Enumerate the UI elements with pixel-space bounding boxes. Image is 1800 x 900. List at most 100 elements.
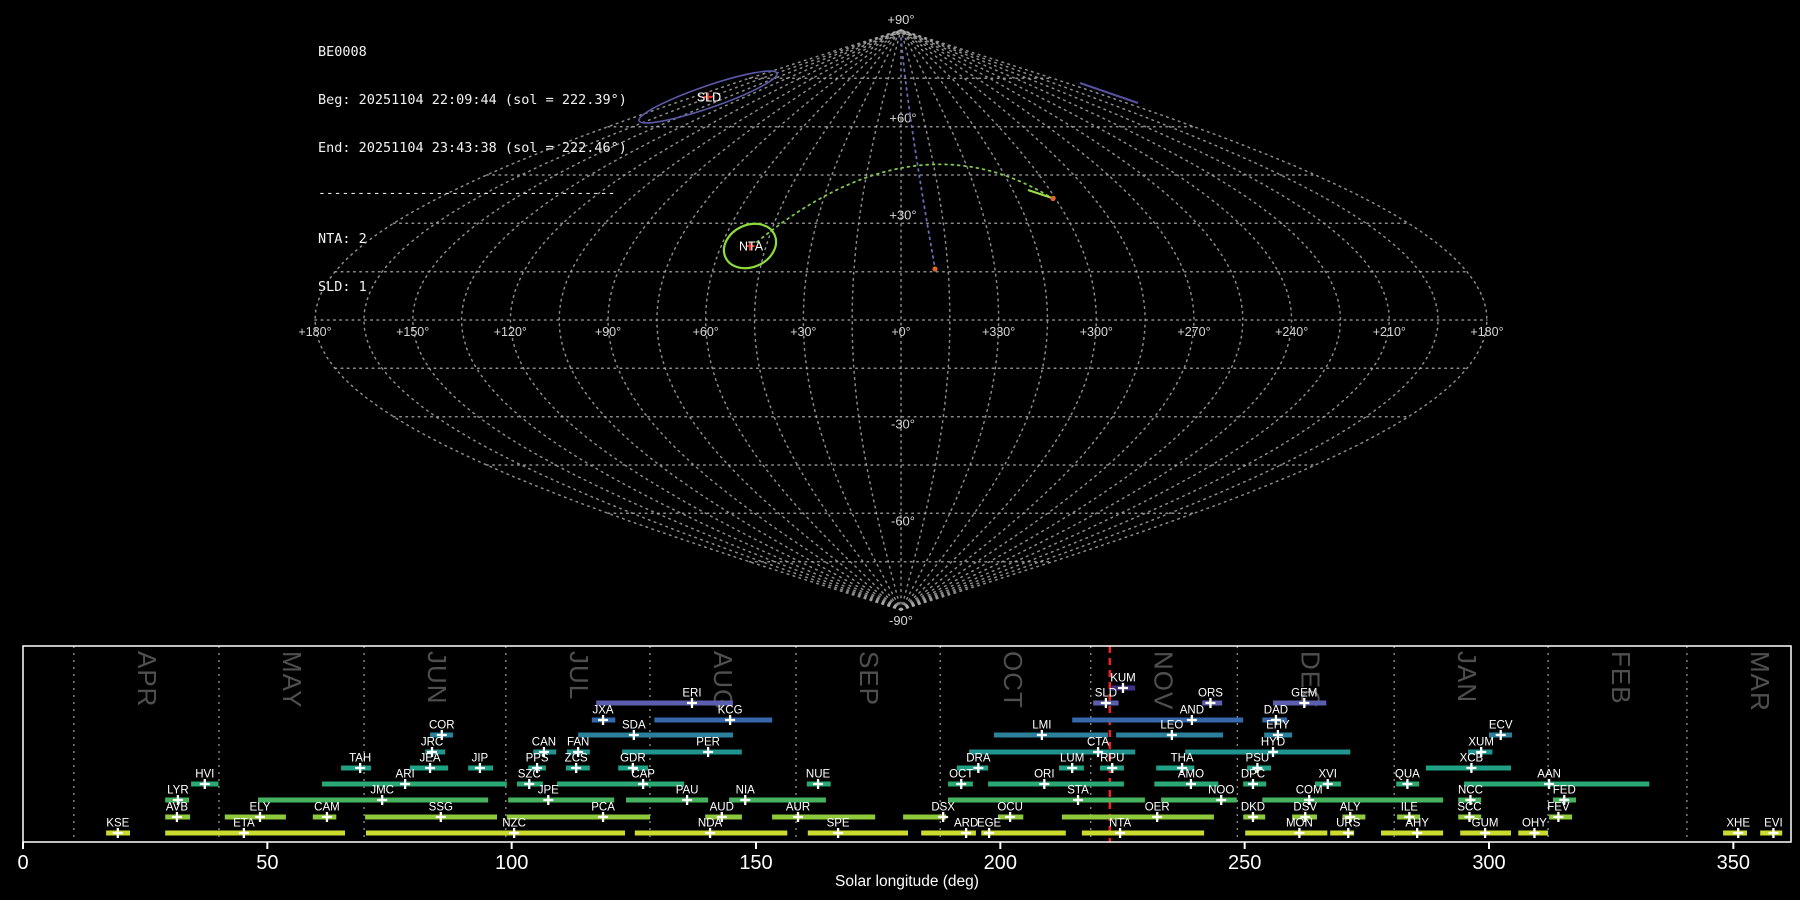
shower-label-eta: ETA [233, 818, 255, 830]
shower-label-ors: ORS [1198, 688, 1223, 700]
peak-marker-aur [793, 812, 804, 822]
shower-label-nta: NTA [1109, 818, 1131, 830]
peak-marker-leo [1166, 730, 1177, 740]
observation-header: BE0008 Beg: 20251104 22:09:44 (sol = 222… [318, 12, 627, 327]
peak-marker-ori [1039, 779, 1050, 789]
x-tick-label-300: 300 [1472, 852, 1505, 874]
shower-label-ari: ARI [396, 769, 415, 781]
shower-label-dsx: DSX [931, 802, 955, 814]
shower-bar-kcg [654, 717, 773, 723]
shower-label-nzc: NZC [502, 818, 526, 830]
month-label-dec: DEC [1295, 651, 1325, 709]
shower-bar-nta [1081, 830, 1205, 836]
end-time-line: End: 20251104 23:43:38 (sol = 222.46°) [318, 140, 627, 156]
shower-bar-pca [506, 814, 650, 820]
radiant-label-sld: SLD [697, 91, 721, 105]
shower-bar-and [1072, 717, 1244, 723]
shower-bar-sta [948, 797, 1145, 803]
shower-label-cta: CTA [1087, 737, 1109, 749]
peak-marker-hvi [199, 779, 210, 789]
peak-marker-fev [1553, 812, 1564, 822]
shower-label-jmc: JMC [370, 785, 394, 797]
peak-marker-dpc [1247, 779, 1258, 789]
shower-label-xcb: XCB [1460, 753, 1484, 765]
radiant-label-nta: NTA [739, 240, 764, 254]
shower-label-sta: STA [1067, 785, 1089, 797]
shower-label-aan: AAN [1537, 769, 1561, 781]
shower-label-nue: NUE [806, 769, 831, 781]
shower-label-scc: SCC [1457, 802, 1481, 814]
shower-bar-ari [322, 781, 507, 787]
shower-label-pps: PPS [526, 753, 549, 765]
peak-marker-ecv [1495, 730, 1506, 740]
shower-label-dra: DRA [966, 753, 991, 765]
longitude-label: +150° [396, 325, 429, 339]
month-label-mar: MAR [1745, 651, 1775, 712]
peak-marker-dkd [1247, 812, 1258, 822]
shower-label-jpe: JPE [538, 785, 559, 797]
month-label-oct: OCT [998, 651, 1028, 709]
shower-label-xum: XUM [1468, 737, 1494, 749]
x-tick-label-250: 250 [1228, 852, 1261, 874]
shower-label-mon: MON [1286, 818, 1313, 830]
peak-marker-xhe [1733, 828, 1744, 838]
longitude-label: +90° [595, 325, 621, 339]
peak-marker-lum [1067, 763, 1078, 773]
shower-bar-cap [557, 781, 685, 787]
peak-marker-ege [984, 828, 995, 838]
longitude-label: +60° [693, 325, 719, 339]
peak-marker-kcg [725, 715, 736, 725]
peak-marker-oer [1152, 812, 1163, 822]
shower-label-lyr: LYR [167, 785, 189, 797]
peak-marker-oct [956, 779, 967, 789]
peak-marker-dra [973, 763, 984, 773]
month-label-jan: JAN [1452, 651, 1482, 703]
shower-label-hyd: HYD [1261, 737, 1285, 749]
shower-bar-mon [1245, 830, 1328, 836]
apex-dotted-line [900, 37, 936, 269]
shower-label-zcs: ZCS [565, 753, 588, 765]
shower-label-ecv: ECV [1489, 720, 1513, 732]
shower-label-aly: ALY [1340, 802, 1361, 814]
shower-bar-pau [626, 797, 709, 803]
peak-marker-per [703, 747, 714, 757]
sld-count: SLD: 1 [318, 279, 367, 295]
shower-label-leo: LEO [1160, 720, 1183, 732]
shower-label-ile: ILE [1401, 802, 1419, 814]
shower-label-cap: CAP [631, 769, 655, 781]
shower-label-jxa: JXA [593, 705, 614, 717]
peak-marker-ssg [435, 812, 446, 822]
shower-label-aud: AUD [710, 802, 734, 814]
meteor-observation-screen: +90° -90° +60° +30° -30° -60° +180° +150° +120° +… [0, 0, 1800, 900]
peak-marker-jxa [598, 715, 609, 725]
peak-marker-cap [638, 779, 649, 789]
drift-arc-end-dot [1050, 195, 1056, 202]
peak-marker-ard [961, 828, 972, 838]
apex-line-end-dot [932, 266, 938, 272]
shower-label-aur: AUR [786, 802, 810, 814]
x-tick-label-350: 350 [1717, 852, 1750, 874]
shower-label-dkd: DKD [1241, 802, 1265, 814]
peak-marker-noo [1216, 795, 1227, 805]
shower-label-qua: QUA [1395, 769, 1420, 781]
peak-marker-jmc [377, 795, 388, 805]
peak-marker-sda [628, 730, 639, 740]
peak-marker-qua [1402, 779, 1413, 789]
month-label-nov: NOV [1149, 651, 1179, 710]
longitude-label: +0° [891, 325, 910, 339]
latitude-label: +30° [889, 207, 916, 222]
shower-label-tah: TAH [349, 753, 371, 765]
longitude-label: +30° [790, 325, 816, 339]
month-label-feb: FEB [1606, 651, 1636, 705]
peak-marker-ocu [1005, 812, 1016, 822]
x-tick-label-50: 50 [256, 852, 278, 874]
shower-label-pca: PCA [591, 802, 615, 814]
peak-marker-tah [355, 763, 366, 773]
nta-count: NTA: 2 [318, 231, 367, 247]
longitude-label: +120° [494, 325, 527, 339]
shower-label-gdr: GDR [620, 753, 646, 765]
x-tick-label-100: 100 [495, 852, 528, 874]
wrapped-ellipse-edge-segment [1079, 81, 1139, 105]
shower-label-rpu: RPU [1100, 753, 1124, 765]
radiant-drift-arc [756, 163, 1051, 243]
